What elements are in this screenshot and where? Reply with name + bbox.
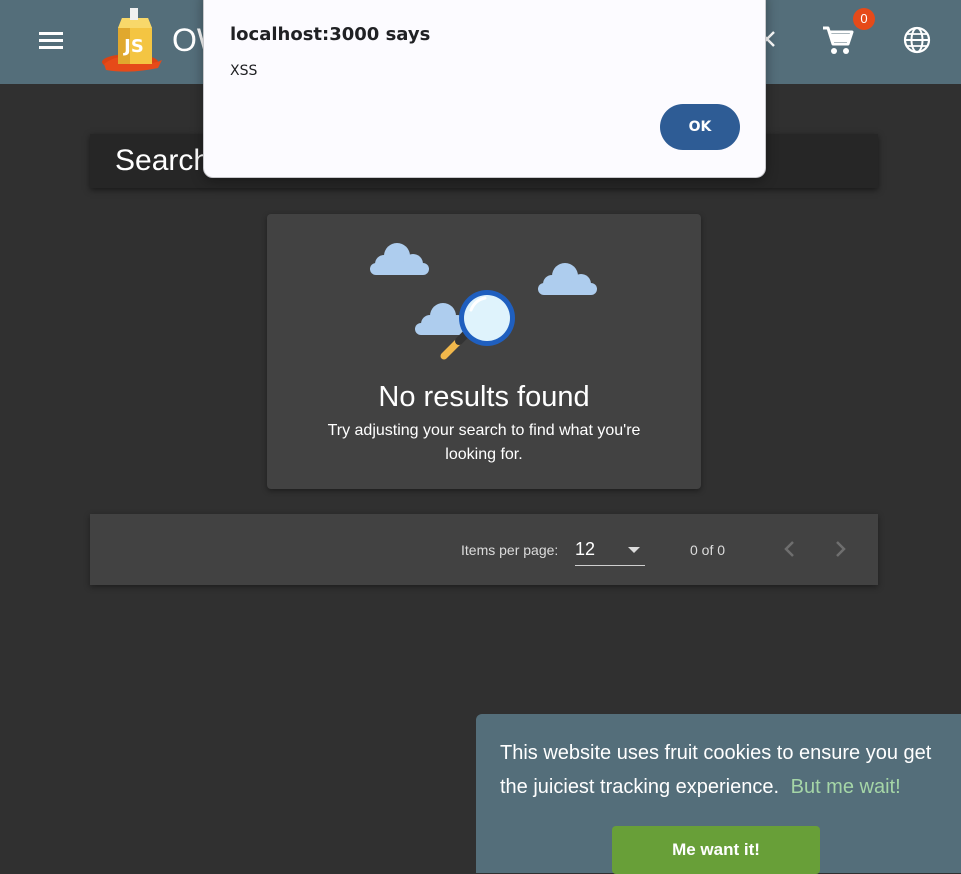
cookie-consent-banner: This website uses fruit cookies to ensur… (476, 714, 961, 874)
items-per-page-value: 12 (575, 539, 596, 559)
page-range-label: 0 of 0 (690, 542, 726, 558)
menu-icon (39, 32, 63, 49)
next-page-button[interactable] (828, 537, 852, 561)
items-per-page-label: Items per page: (461, 542, 559, 558)
cookie-message-container: This website uses fruit cookies to ensur… (500, 736, 950, 804)
no-results-card: No results found Try adjusting your sear… (267, 214, 701, 489)
dropdown-arrow-icon (628, 547, 640, 553)
chevron-right-icon (836, 541, 846, 557)
juice-box-logo-icon: JS (102, 8, 162, 72)
alert-message: XSS (230, 63, 258, 79)
no-results-message: Try adjusting your search to find what y… (327, 422, 641, 463)
no-results-illustration (370, 243, 597, 360)
svg-text:JS: JS (122, 36, 144, 57)
cloud-icon (370, 243, 429, 275)
previous-page-button[interactable] (778, 537, 802, 561)
no-results-title: No results found (378, 381, 590, 413)
cookie-learn-more-link[interactable]: But me wait! (791, 776, 901, 798)
items-per-page-select[interactable]: 12 (575, 536, 645, 566)
cookie-accept-button[interactable]: Me want it! (612, 826, 820, 874)
cloud-icon (538, 263, 597, 295)
paginator: Items per page: 12 0 of 0 (90, 514, 878, 585)
browser-alert-dialog: localhost:3000 says XSS OK (203, 0, 766, 178)
shopping-cart-icon (823, 26, 854, 54)
cart-count-badge: 0 (853, 8, 875, 30)
menu-button[interactable] (30, 20, 72, 62)
alert-title: localhost:3000 says (230, 24, 431, 45)
juice-shop-logo[interactable]: JS (100, 4, 166, 72)
language-button[interactable] (898, 21, 936, 59)
shopping-cart-button[interactable] (818, 20, 858, 60)
globe-icon (903, 26, 931, 54)
chevron-left-icon (784, 541, 794, 557)
alert-ok-button[interactable]: OK (660, 104, 740, 150)
